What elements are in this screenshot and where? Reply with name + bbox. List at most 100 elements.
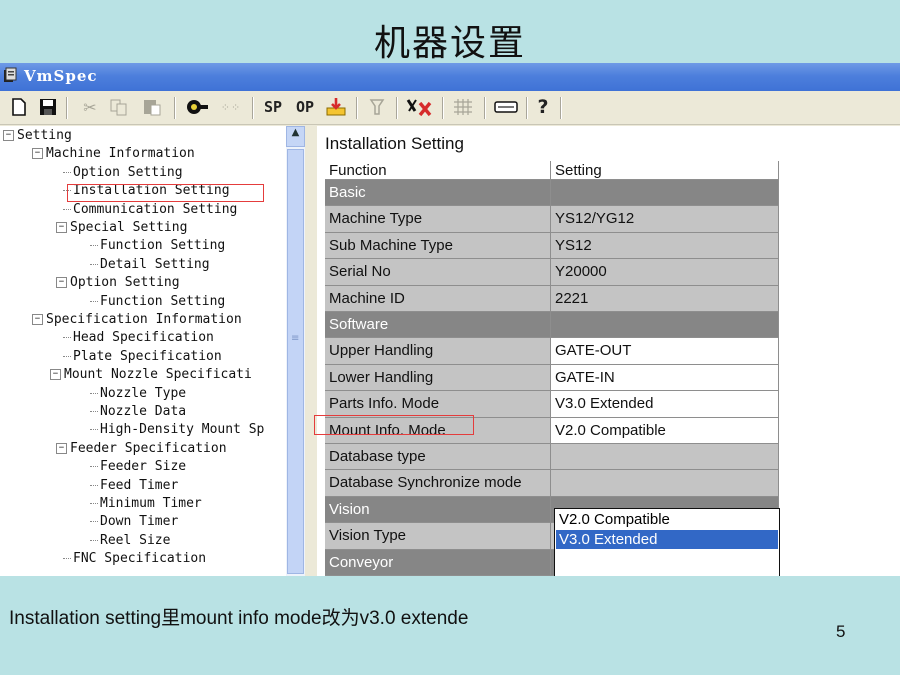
- setting-value[interactable]: V2.0 Compatible: [551, 417, 779, 444]
- tree-item-label: Option Setting: [73, 164, 183, 180]
- tree-item[interactable]: Reel Size: [90, 532, 170, 550]
- setting-value[interactable]: GATE-IN: [551, 364, 779, 392]
- tree-connector: [90, 429, 98, 431]
- tree-item[interactable]: Down Timer: [90, 513, 178, 531]
- setting-value[interactable]: GATE-OUT: [551, 338, 779, 365]
- tree-item[interactable]: − Mount Nozzle Specificati: [50, 366, 252, 384]
- setting-label[interactable]: Database Synchronize mode: [325, 470, 551, 497]
- scroll-thumb[interactable]: ≡: [287, 149, 304, 574]
- setting-label[interactable]: Serial No: [325, 259, 551, 286]
- tree-connector: [63, 171, 71, 173]
- collapse-icon[interactable]: −: [32, 148, 43, 160]
- category-row[interactable]: Basic: [325, 180, 551, 207]
- download-icon[interactable]: [324, 96, 348, 118]
- setting-value[interactable]: [551, 444, 779, 471]
- tree-item[interactable]: − Specification Information: [32, 311, 242, 329]
- setting-value[interactable]: 2221: [551, 285, 779, 312]
- tree-connector: [90, 539, 98, 541]
- tree-item[interactable]: Minimum Timer: [90, 495, 202, 513]
- dropdown-option[interactable]: V2.0 Compatible: [556, 510, 778, 529]
- page-number: 5: [836, 622, 846, 641]
- tree-item[interactable]: Detail Setting: [90, 256, 210, 274]
- tree-item[interactable]: Head Specification: [63, 329, 214, 347]
- tree-item[interactable]: Option Setting: [63, 164, 183, 182]
- category-row[interactable]: Vision: [325, 496, 551, 524]
- help-icon[interactable]: ?: [532, 96, 554, 118]
- tree-item[interactable]: Nozzle Type: [90, 385, 186, 403]
- tree-item[interactable]: Function Setting: [90, 293, 225, 311]
- tree-item-label: Setting: [17, 128, 72, 143]
- tree-item[interactable]: Function Setting: [90, 237, 225, 255]
- tree-connector: [90, 521, 98, 523]
- tree-item[interactable]: FNC Specification: [63, 550, 206, 568]
- hatch-icon[interactable]: [450, 96, 476, 118]
- op-button[interactable]: OP: [292, 96, 318, 118]
- setting-value[interactable]: Y20000: [551, 259, 779, 286]
- tool-delete-icon[interactable]: [404, 96, 434, 118]
- tree-item-label: Function Setting: [100, 238, 226, 254]
- column-header[interactable]: Function: [325, 161, 551, 180]
- tree-item[interactable]: − Feeder Specification: [56, 440, 227, 458]
- cut-icon[interactable]: ✂: [80, 96, 100, 118]
- setting-value[interactable]: [551, 470, 779, 497]
- mount-info-mode-dropdown[interactable]: V2.0 Compatible V3.0 Extended: [554, 508, 780, 576]
- tree-item[interactable]: Nozzle Data: [90, 403, 186, 421]
- tree-item-label: Nozzle Data: [100, 404, 187, 419]
- tree-item-label: Feeder Specification: [70, 440, 227, 456]
- tree-connector: [63, 558, 71, 560]
- tree-item[interactable]: − Special Setting: [56, 219, 187, 237]
- setting-label[interactable]: Lower Handling: [325, 364, 551, 392]
- setting-label[interactable]: Machine Type: [325, 206, 551, 233]
- tree-item[interactable]: Feeder Size: [90, 458, 186, 476]
- setting-label[interactable]: Sub Machine Type: [325, 232, 551, 260]
- card-icon[interactable]: [492, 96, 520, 118]
- setting-value[interactable]: YS12: [551, 232, 779, 260]
- grid-dots-icon[interactable]: ⁘⁘: [218, 96, 244, 118]
- column-header[interactable]: Setting: [551, 161, 779, 180]
- setting-label[interactable]: Machine ID: [325, 285, 551, 312]
- tree-connector: [90, 392, 98, 394]
- tree-connector: [90, 263, 98, 265]
- setting-label[interactable]: Database type: [325, 444, 551, 471]
- collapse-icon[interactable]: −: [56, 277, 67, 289]
- dropdown-option[interactable]: V3.0 Extended: [556, 530, 778, 549]
- paste-icon[interactable]: [140, 96, 164, 118]
- tree-item[interactable]: Feed Timer: [90, 477, 178, 495]
- slide-title: 机器设置: [373, 23, 526, 64]
- setting-label[interactable]: Vision Type: [325, 523, 551, 550]
- tree-item[interactable]: − Option Setting: [56, 274, 180, 292]
- pane-splitter[interactable]: [305, 126, 317, 576]
- category-value[interactable]: [551, 312, 779, 339]
- save-icon[interactable]: [36, 96, 60, 118]
- sp-button[interactable]: SP: [260, 96, 286, 118]
- slide-caption: Installation setting里mount info mode改为v3…: [9, 608, 469, 629]
- new-icon[interactable]: [8, 96, 30, 118]
- collapse-icon[interactable]: −: [50, 369, 61, 381]
- collapse-icon[interactable]: −: [56, 222, 67, 233]
- scroll-up-icon[interactable]: ▲: [286, 126, 305, 147]
- category-row[interactable]: Conveyor: [325, 549, 551, 576]
- title-bar[interactable]: VmSpec: [0, 63, 900, 91]
- tree-item[interactable]: − Machine Information: [32, 145, 195, 163]
- tree-item[interactable]: Communication Setting: [63, 201, 237, 219]
- collapse-icon[interactable]: −: [56, 442, 67, 454]
- installation-setting-panel: Installation Setting Function Setting Basi…: [314, 126, 900, 576]
- category-row[interactable]: Software: [325, 312, 551, 339]
- settings-tree: − Setting − Machine Information Option Setti…: [0, 126, 286, 576]
- category-value[interactable]: [551, 180, 779, 207]
- collapse-icon[interactable]: −: [32, 314, 43, 325]
- tree-item-label: Head Specification: [73, 330, 214, 346]
- tree-item-label: High-Density Mount Sp: [100, 422, 265, 438]
- setting-value[interactable]: V3.0 Extended: [551, 391, 779, 418]
- setting-value[interactable]: YS12/YG12: [551, 206, 779, 233]
- filter-icon[interactable]: [366, 96, 388, 118]
- copy-icon[interactable]: [108, 96, 130, 118]
- tree-scrollbar[interactable]: ▲ ≡: [286, 126, 305, 576]
- machine-icon[interactable]: [184, 96, 210, 118]
- tree-item[interactable]: Plate Specification: [63, 348, 222, 366]
- collapse-icon[interactable]: −: [3, 130, 14, 141]
- setting-label[interactable]: Upper Handling: [325, 338, 551, 365]
- tree-item[interactable]: − Setting: [3, 127, 72, 145]
- tree-item[interactable]: High-Density Mount Sp: [90, 421, 264, 439]
- highlight-box: [314, 414, 474, 435]
